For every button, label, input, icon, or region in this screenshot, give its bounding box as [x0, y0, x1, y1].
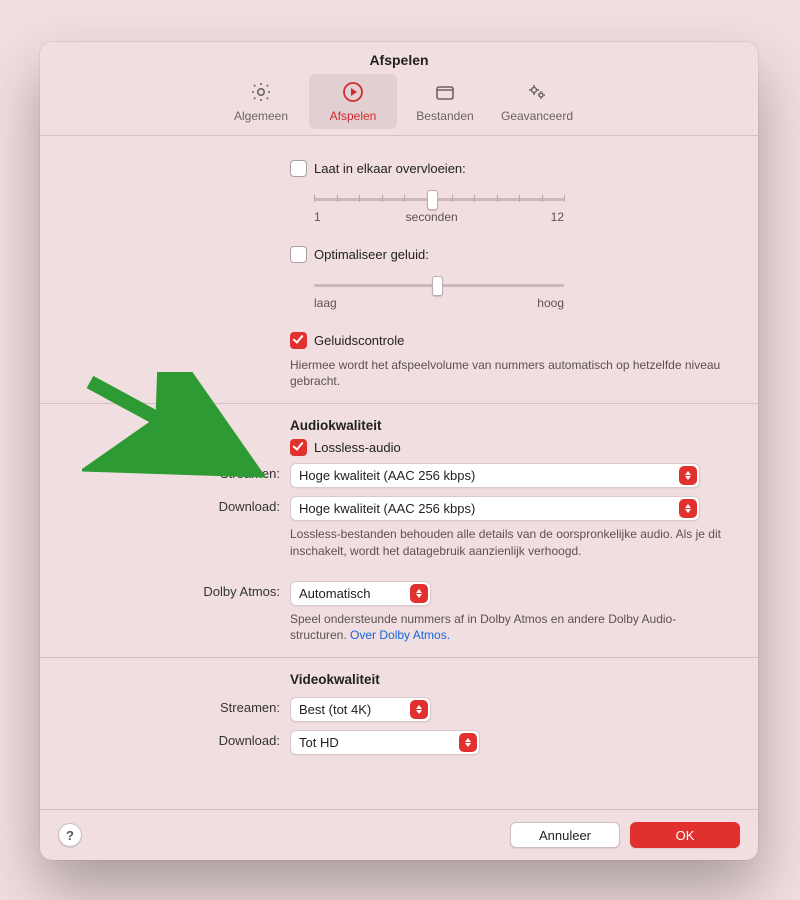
- crossfade-checkbox[interactable]: Laat in elkaar overvloeien:: [290, 160, 466, 177]
- crossfade-slider[interactable]: [314, 190, 564, 206]
- stepper-arrows-icon: [410, 700, 428, 719]
- stepper-arrows-icon: [679, 466, 697, 485]
- soundcheck-label: Geluidscontrole: [314, 333, 404, 348]
- stream-quality-value: Hoge kwaliteit (AAC 256 kbps): [299, 468, 475, 483]
- tab-general[interactable]: Algemeen: [217, 74, 305, 129]
- dolby-helper: Speel ondersteunde nummers af in Dolby A…: [290, 611, 732, 643]
- checkbox-box-icon: [290, 246, 307, 263]
- optimize-low: laag: [314, 296, 337, 310]
- dolby-select[interactable]: Automatisch: [290, 581, 431, 606]
- ok-button[interactable]: OK: [630, 822, 740, 848]
- tab-label: Geavanceerd: [493, 109, 581, 123]
- stepper-arrows-icon: [410, 584, 428, 603]
- video-download-select[interactable]: Tot HD: [290, 730, 480, 755]
- gears-icon: [493, 80, 581, 107]
- download-label: Download:: [66, 496, 290, 514]
- download-quality-value: Hoge kwaliteit (AAC 256 kbps): [299, 501, 475, 516]
- audio-quality-helper: Lossless-bestanden behouden alle details…: [290, 526, 732, 558]
- help-icon: ?: [66, 828, 74, 843]
- section-divider: [40, 657, 758, 658]
- optimize-label: Optimaliseer geluid:: [314, 247, 429, 262]
- checkbox-box-checked-icon: [290, 332, 307, 349]
- toolbar: Algemeen Afspelen Bestanden Geavanceerd: [40, 74, 758, 136]
- stepper-arrows-icon: [679, 499, 697, 518]
- tab-label: Bestanden: [401, 109, 489, 123]
- slider-thumb[interactable]: [427, 190, 438, 210]
- checkbox-box-icon: [290, 160, 307, 177]
- tab-files[interactable]: Bestanden: [401, 74, 489, 129]
- stream-label: Streamen:: [66, 463, 290, 481]
- folder-icon: [401, 80, 489, 107]
- crossfade-unit: seconden: [313, 210, 551, 224]
- tab-label: Algemeen: [217, 109, 305, 123]
- play-icon: [309, 80, 397, 107]
- optimize-checkbox[interactable]: Optimaliseer geluid:: [290, 246, 429, 263]
- audio-quality-heading: Audiokwaliteit: [290, 418, 732, 433]
- lossless-label: Lossless-audio: [314, 440, 401, 455]
- video-quality-heading: Videokwaliteit: [290, 672, 732, 687]
- tab-playback[interactable]: Afspelen: [309, 74, 397, 129]
- tab-label: Afspelen: [309, 109, 397, 123]
- window-title: Afspelen: [40, 42, 758, 68]
- preferences-window: Afspelen Algemeen Afspelen Bestanden Gea…: [40, 42, 758, 860]
- crossfade-label: Laat in elkaar overvloeien:: [314, 161, 466, 176]
- gear-icon: [217, 80, 305, 107]
- video-stream-select[interactable]: Best (tot 4K): [290, 697, 431, 722]
- crossfade-max: 12: [551, 210, 564, 224]
- footer: ? Annuleer OK: [40, 809, 758, 860]
- video-download-value: Tot HD: [299, 735, 339, 750]
- tab-advanced[interactable]: Geavanceerd: [493, 74, 581, 129]
- lossless-checkbox[interactable]: Lossless-audio: [290, 439, 401, 456]
- section-divider: [40, 403, 758, 404]
- video-stream-value: Best (tot 4K): [299, 702, 371, 717]
- stepper-arrows-icon: [459, 733, 477, 752]
- video-stream-label: Streamen:: [66, 697, 290, 715]
- dolby-value: Automatisch: [299, 586, 371, 601]
- slider-ticks: [314, 193, 564, 203]
- dolby-link[interactable]: Over Dolby Atmos.: [350, 628, 450, 642]
- checkbox-box-checked-icon: [290, 439, 307, 456]
- optimize-slider[interactable]: [314, 276, 564, 292]
- optimize-high: hoog: [537, 296, 564, 310]
- help-button[interactable]: ?: [58, 823, 82, 847]
- content-area: Laat in elkaar overvloeien: 1 seconden 1…: [40, 136, 758, 755]
- stream-quality-select[interactable]: Hoge kwaliteit (AAC 256 kbps): [290, 463, 700, 488]
- slider-thumb[interactable]: [432, 276, 443, 296]
- download-quality-select[interactable]: Hoge kwaliteit (AAC 256 kbps): [290, 496, 700, 521]
- dolby-label: Dolby Atmos:: [66, 581, 290, 599]
- soundcheck-checkbox[interactable]: Geluidscontrole: [290, 332, 404, 349]
- video-download-label: Download:: [66, 730, 290, 748]
- cancel-button[interactable]: Annuleer: [510, 822, 620, 848]
- soundcheck-helper: Hiermee wordt het afspeelvolume van numm…: [290, 357, 732, 389]
